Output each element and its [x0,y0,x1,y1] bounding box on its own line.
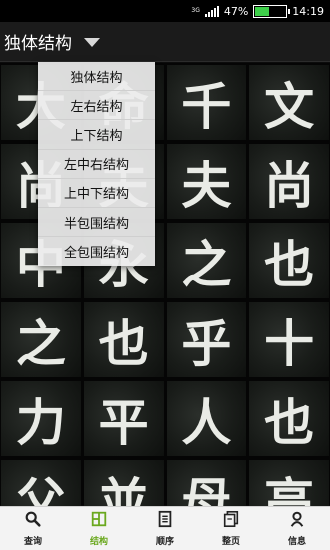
title-bar: 独体结构 [0,22,330,62]
character-tile[interactable]: 也 [83,302,164,377]
status-icons: 3G 47% 14:19 [191,0,324,22]
nav-tab-page[interactable]: 整页 [198,507,264,550]
battery-percent: 47% [223,4,249,18]
nav-label: 整页 [221,537,240,547]
nav-tab-structure[interactable]: 结构 [66,507,132,550]
status-bar: 3G 47% 14:19 [0,0,330,22]
nav-label: 查询 [23,537,42,547]
character-tile[interactable]: 力 [1,381,81,456]
signal-icon [204,5,219,17]
dropdown-item[interactable]: 上中下结构 [38,179,155,208]
network-type-icon: 3G [191,7,200,14]
dropdown-item[interactable]: 左右结构 [38,91,155,121]
character-tile[interactable]: 平 [83,381,164,456]
nav-tab-order[interactable]: 顺序 [132,507,198,550]
dropdown-item[interactable]: 独体结构 [38,62,155,92]
dropdown-item[interactable]: 上下结构 [38,120,155,150]
character-tile[interactable]: 文 [249,65,329,140]
dropdown-item[interactable]: 半包围结构 [38,208,155,238]
character-tile[interactable]: 之 [1,302,81,377]
character-tile[interactable]: 夫 [166,144,247,219]
structure-dropdown-menu: 独体结构 左右结构 上下结构 左中右结构 上中下结构 半包围结构 全包围结构 [38,62,155,267]
clock: 14:19 [292,4,324,18]
nav-tab-search[interactable]: 查询 [0,507,66,550]
dropdown-item[interactable]: 左中右结构 [38,150,155,179]
character-tile[interactable]: 也 [249,381,329,456]
character-tile[interactable]: 十 [249,302,329,377]
character-tile[interactable]: 千 [166,65,247,140]
character-tile[interactable]: 也 [249,223,329,298]
nav-tab-info[interactable]: 信息 [264,507,330,550]
dropdown-caret-icon[interactable] [84,38,100,47]
character-tile[interactable]: 人 [166,381,247,456]
page-title[interactable]: 独体结构 [0,29,72,54]
character-tile[interactable]: 之 [166,223,247,298]
nav-label: 结构 [89,537,108,547]
search-icon [24,510,42,532]
page-icon [222,510,240,532]
character-tile[interactable]: 尚 [249,144,329,219]
nav-label: 信息 [287,537,306,547]
character-tile[interactable]: 乎 [166,302,247,377]
nav-label: 顺序 [155,537,174,547]
info-icon [288,510,306,532]
dropdown-item[interactable]: 全包围结构 [38,237,155,266]
order-icon [156,510,174,532]
battery-icon [253,4,291,18]
bottom-navigation: 查询 结构 顺序 整页 信息 [0,506,330,550]
structure-icon [90,510,108,532]
